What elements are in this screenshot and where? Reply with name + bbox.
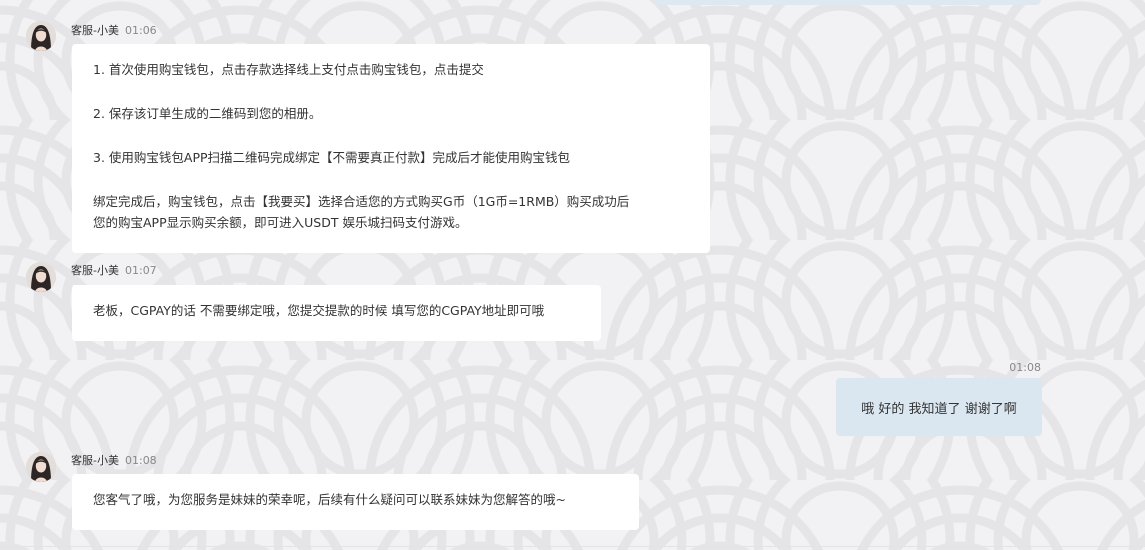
message-text: 3. 使用购宝钱包APP扫描二维码完成绑定【不需要真正付款】完成后才能使用购宝钱… bbox=[93, 150, 571, 165]
sender-name: 客服-小美 bbox=[71, 264, 119, 277]
agent-avatar[interactable] bbox=[26, 452, 56, 482]
message-meta: 客服-小美 01:06 bbox=[71, 24, 157, 38]
message-time: 01:07 bbox=[124, 264, 157, 277]
divider bbox=[0, 546, 1145, 547]
message-bubble[interactable]: 老板，CGPAY的话 不需要绑定哦，您提交提款的时候 填写您的CGPAY地址即可… bbox=[72, 285, 601, 341]
message-text: 2. 保存该订单生成的二维码到您的相册。 bbox=[93, 106, 322, 121]
agent-avatar[interactable] bbox=[26, 262, 56, 292]
message-meta: 客服-小美 01:08 bbox=[71, 454, 157, 468]
message-text: 绑定完成后，购宝钱包，点击【我要买】选择合适您的方式购买G币（1G币=1RMB）… bbox=[93, 194, 630, 209]
message-text: 1. 首次使用购宝钱包，点击存款选择线上支付点击购宝钱包，点击提交 bbox=[93, 62, 484, 77]
message-bubble[interactable]: 1. 首次使用购宝钱包，点击存款选择线上支付点击购宝钱包，点击提交 2. 保存该… bbox=[72, 44, 710, 253]
sender-name: 客服-小美 bbox=[71, 24, 119, 37]
previous-self-bubble-edge bbox=[653, 0, 1041, 5]
message-time: 01:08 bbox=[1009, 361, 1041, 374]
message-text: 您的购宝APP显示购买余额，即可进入USDT 娱乐城扫码支付游戏。 bbox=[93, 215, 468, 230]
avatar-portrait-icon bbox=[26, 452, 56, 482]
message-meta: 客服-小美 01:07 bbox=[71, 264, 157, 278]
message-text: 老板，CGPAY的话 不需要绑定哦，您提交提款的时候 填写您的CGPAY地址即可… bbox=[93, 303, 545, 318]
message-text: 哦 好的 我知道了 谢谢了啊 bbox=[861, 401, 1017, 417]
avatar-portrait-icon bbox=[26, 262, 56, 292]
self-message-bubble[interactable]: 哦 好的 我知道了 谢谢了啊 bbox=[836, 378, 1042, 436]
message-text: 您客气了哦，为您服务是妹妹的荣幸呢，后续有什么疑问可以联系妹妹为您解答的哦~ bbox=[93, 492, 566, 507]
message-time: 01:08 bbox=[124, 454, 157, 467]
chat-message-list[interactable]: 客服-小美 01:06 1. 首次使用购宝钱包，点击存款选择线上支付点击购宝钱包，… bbox=[0, 0, 1145, 550]
sender-name: 客服-小美 bbox=[71, 454, 119, 467]
message-time: 01:06 bbox=[124, 24, 157, 37]
avatar-portrait-icon bbox=[26, 21, 56, 51]
message-bubble[interactable]: 您客气了哦，为您服务是妹妹的荣幸呢，后续有什么疑问可以联系妹妹为您解答的哦~ bbox=[72, 474, 639, 530]
agent-avatar[interactable] bbox=[26, 21, 56, 51]
